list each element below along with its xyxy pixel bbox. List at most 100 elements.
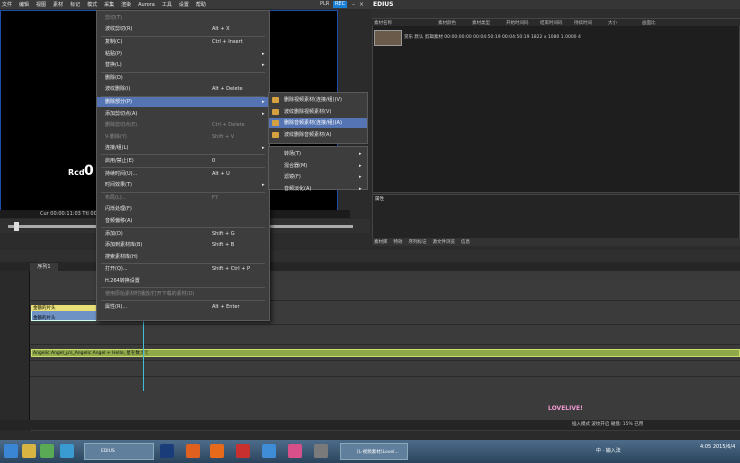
menu-item-label: 使用原始素材时播放/打开下载的素材(D) [105, 290, 195, 297]
sub2-item-1[interactable]: 混合器(M) ▸ [269, 161, 367, 171]
track-headers [0, 271, 30, 431]
taskbar-explorer[interactable]: [L-视频素材]Lovel... [340, 443, 408, 460]
menu-item-4[interactable]: 替换(L) ▸ [97, 60, 269, 70]
app-icon-2[interactable] [186, 444, 200, 458]
start-icon[interactable] [4, 444, 18, 458]
menu-item-10[interactable]: V-删除(Y) Shift + V [97, 132, 269, 142]
menu-item-label: 属性(R)... [105, 303, 128, 310]
sub1-item-2[interactable]: 删除音频素材(连接/组)(A) [269, 118, 367, 128]
menu-5[interactable]: 模式 [87, 1, 97, 8]
firefox-icon[interactable] [210, 444, 224, 458]
folder-icon[interactable] [22, 444, 36, 458]
sub2-item-2[interactable]: 滤镜(F) ▸ [269, 172, 367, 182]
rec-badge[interactable]: REC [333, 1, 347, 8]
menu-7[interactable]: 渲染 [121, 1, 131, 8]
menu-item-12[interactable]: 启用/禁止(E) 0 [97, 156, 269, 166]
menu-item-18[interactable]: 添加(D) Shift + G [97, 229, 269, 239]
bin-col-7[interactable]: 画面比 [640, 20, 674, 26]
photoshop-icon[interactable] [160, 444, 174, 458]
bin-col-3[interactable]: 开始时间码 [504, 20, 538, 26]
clock[interactable]: 4:05 2015/6/4 [700, 444, 735, 451]
right-tab-0[interactable]: 素材库 [374, 239, 388, 245]
close-icon[interactable]: × [358, 1, 365, 8]
clip-icon [272, 120, 279, 126]
menu-item-shortcut: Shift + B [212, 242, 235, 249]
bin-col-1[interactable]: 素材颜色 [436, 20, 470, 26]
sub2-item-0[interactable]: 转场(T) ▸ [269, 149, 367, 159]
sub2-item-3[interactable]: 音频淡化(A) ▸ [269, 184, 367, 194]
menu-item-label: 时间效果(T) [105, 182, 132, 189]
menu-0[interactable]: 文件 [2, 1, 12, 8]
menu-item-7[interactable]: 删除部分(P) ▸ [97, 97, 269, 108]
menu-item-16[interactable]: 闪烁处理(F) [97, 204, 269, 214]
clip-thumbnail[interactable] [374, 30, 402, 46]
menu-item-0[interactable]: 剪切(T) [97, 13, 269, 23]
menu-4[interactable]: 标记 [70, 1, 80, 8]
bin-col-5[interactable]: 持续时间 [572, 20, 606, 26]
menu-item-23[interactable]: 使用原始素材时播放/打开下载的素材(D) [97, 289, 269, 299]
right-tab-1[interactable]: 特效 [394, 239, 403, 245]
browser-icon[interactable] [60, 444, 74, 458]
right-tab-2[interactable]: 序列标记 [409, 239, 427, 245]
menu-2[interactable]: 视图 [36, 1, 46, 8]
bin-toolbar [370, 9, 740, 18]
submenu-item-label: 滤镜(F) [284, 174, 301, 180]
effects-submenu: 转场(T) ▸ 混合器(M) ▸ 滤镜(F) ▸ 音频淡化(A) ▸ [268, 146, 368, 192]
bin-col-2[interactable]: 素材类型 [470, 20, 504, 26]
app-icon-6[interactable] [314, 444, 328, 458]
right-tab-4[interactable]: 信息 [461, 239, 470, 245]
menu-item-5[interactable]: 删除(D) [97, 73, 269, 83]
menu-item-label: 删除剪切点(E) [105, 122, 138, 129]
tab-sequence1[interactable]: 序列1 [30, 263, 58, 271]
menu-item-22[interactable]: H.264转换设置 [97, 276, 269, 286]
ime-indicator[interactable]: 中 · 输入法 [596, 447, 621, 454]
menu-3[interactable]: 素材 [53, 1, 63, 8]
menu-item-shortcut: Shift + G [212, 230, 235, 237]
menu-11[interactable]: 帮助 [196, 1, 206, 8]
info-panel: 属性 [372, 194, 740, 239]
menu-item-shortcut: F7 [212, 195, 219, 201]
sub1-item-1[interactable]: 波纹删除视频素材(V) [269, 107, 367, 117]
bin-col-4[interactable]: 结束时间码 [538, 20, 572, 26]
clip-row[interactable]: 赏乐 默认 剪辑素材 00:00:00:00 00:04:50:19 00:04… [404, 34, 734, 42]
menu-6[interactable]: 采集 [104, 1, 114, 8]
menu-item-19[interactable]: 添加到素材库(B) Shift + B [97, 240, 269, 250]
bin-col-0[interactable]: 素材名称 [372, 20, 436, 26]
menu-item-6[interactable]: 波纹删除(I) Alt + Delete [97, 84, 269, 94]
menu-item-20[interactable]: 搜索素材库(H) [97, 252, 269, 262]
menu-item-label: 布局(L)... [105, 195, 127, 201]
menu-item-13[interactable]: 持续时间(U)... Alt + U [97, 169, 269, 179]
menu-8[interactable]: Aurora [138, 2, 155, 8]
app-icon-5[interactable] [288, 444, 302, 458]
taskbar-edius[interactable]: EDIUS [84, 443, 154, 460]
sub1-item-3[interactable]: 波纹删除音频素材(A) [269, 130, 367, 140]
menu-item-24[interactable]: 属性(R)... Alt + Enter [97, 302, 269, 312]
scrub-handle[interactable] [14, 222, 19, 231]
menu-item-17[interactable]: 音频偏移(A) [97, 216, 269, 226]
menu-item-11[interactable]: 连接/组(L) ▸ [97, 143, 269, 153]
app-icon-3[interactable] [236, 444, 250, 458]
menu-item-8[interactable]: 添加剪切点(A) ▸ [97, 109, 269, 119]
right-tab-3[interactable]: 源文件浏览 [433, 239, 456, 245]
menu-item-2[interactable]: 复制(C) Ctrl + Insert [97, 37, 269, 47]
minimize-icon[interactable]: – [350, 1, 357, 8]
menu-item-15[interactable]: 布局(L)... F7 [97, 193, 269, 203]
sub1-item-0[interactable]: 删除视频素材(连接/组)(V) [269, 95, 367, 105]
menu-item-1[interactable]: 波纹剪切(R) Alt + X [97, 24, 269, 34]
menu-item-label: 删除部分(P) [105, 99, 132, 106]
plr-label[interactable]: PLR [320, 1, 329, 7]
menu-item-3[interactable]: 粘贴(P) ▸ [97, 49, 269, 59]
menu-item-shortcut: Alt + X [212, 26, 230, 33]
menu-item-label: 持续时间(U)... [105, 170, 138, 177]
menu-1[interactable]: 编辑 [19, 1, 29, 8]
rcd-value: 0 [84, 163, 94, 179]
menu-item-14[interactable]: 时间效果(T) ▸ [97, 180, 269, 190]
menu-item-21[interactable]: 打开(Q)... Shift + Ctrl + P [97, 264, 269, 274]
menu-item-label: 粘贴(P) [105, 50, 122, 57]
menu-9[interactable]: 工具 [162, 1, 172, 8]
menu-item-9[interactable]: 删除剪切点(E) Ctrl + Delete [97, 120, 269, 130]
app-icon[interactable] [40, 444, 54, 458]
bin-col-6[interactable]: 大小 [606, 20, 640, 26]
app-icon-4[interactable] [262, 444, 276, 458]
menu-10[interactable]: 设置 [179, 1, 189, 8]
